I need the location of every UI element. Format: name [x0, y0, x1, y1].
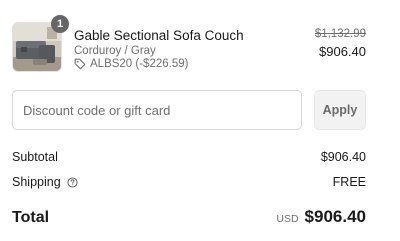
apply-discount-button[interactable]: Apply [314, 90, 366, 130]
product-thumbnail-wrapper: 1 [12, 15, 69, 72]
total-value: $906.40 [304, 207, 366, 226]
total-label: Total [12, 209, 50, 226]
line-item-price: $906.40 [319, 44, 366, 59]
shipping-row-label: Shipping [12, 175, 78, 189]
subtotal-label: Subtotal [12, 150, 58, 164]
subtotal-value: $906.40 [320, 150, 366, 164]
currency-code: USD [276, 213, 299, 225]
discount-code-input[interactable] [12, 90, 302, 130]
shipping-value: FREE [332, 175, 366, 189]
order-summary: 1 Gable Sectional Sofa Couch Corduroy / … [0, 0, 400, 241]
discount-code-text: ALBS20 (-$226.59) [90, 58, 189, 70]
applied-discount: ALBS20 (-$226.59) [74, 58, 188, 70]
shipping-label: Shipping [12, 175, 61, 189]
product-title: Gable Sectional Sofa Couch [74, 28, 244, 43]
total-amount: USD $906.40 [276, 207, 366, 227]
tag-icon [74, 58, 86, 70]
product-variant: Corduroy / Gray [74, 45, 156, 57]
compare-at-price: $1,132.99 [314, 28, 366, 40]
help-circle-icon[interactable] [67, 176, 78, 188]
quantity-badge: 1 [51, 15, 69, 33]
